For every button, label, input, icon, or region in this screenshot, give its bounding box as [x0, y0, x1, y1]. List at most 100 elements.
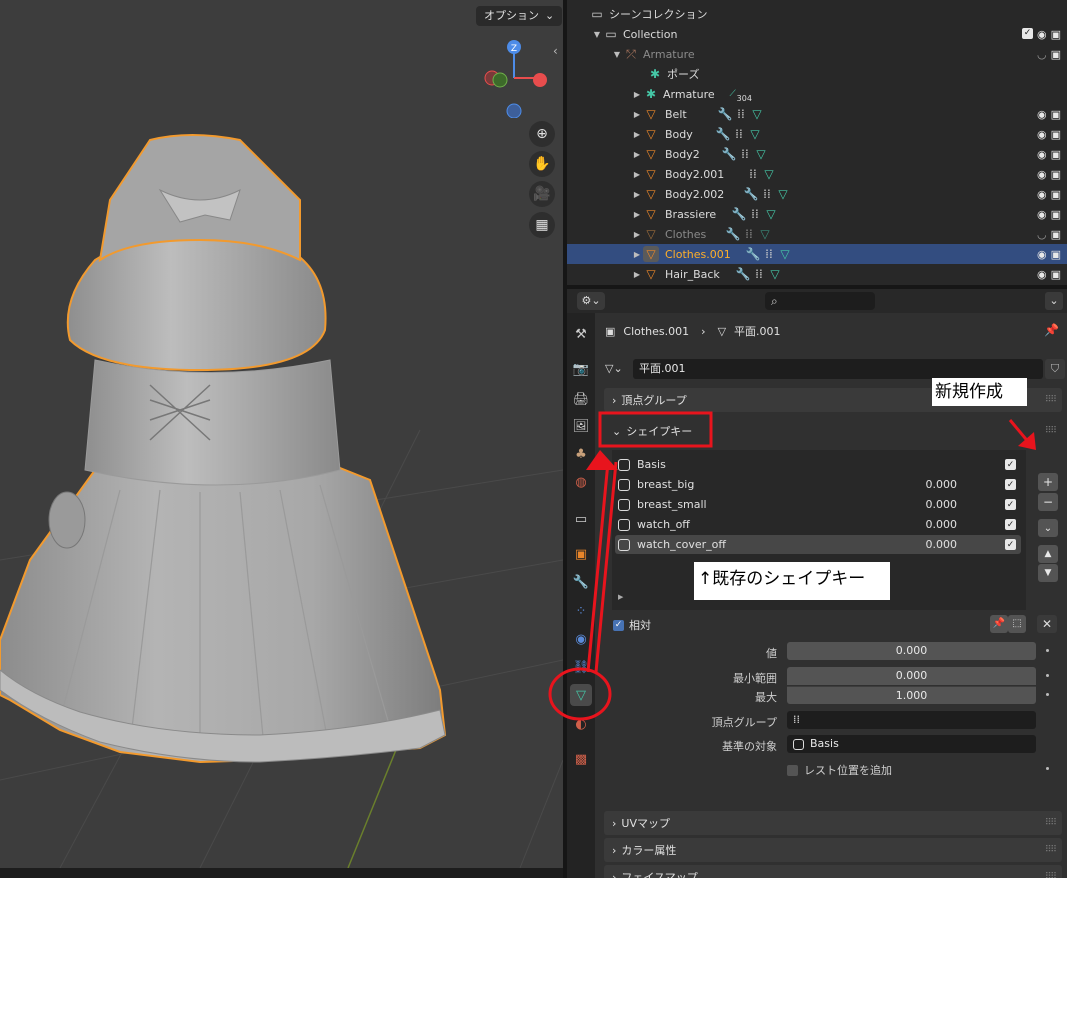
move-up-button[interactable]: ▲ — [1038, 545, 1058, 563]
outliner-row-body2[interactable]: ▶ ▽ Body2 🔧 ⁞⁞ ▽ ◉ ▣ — [567, 144, 1067, 164]
panel-shape-keys[interactable]: ⌄ シェイプキー ⠿⠿ — [604, 416, 1062, 446]
shape-key-value[interactable]: 0.000 — [926, 518, 958, 531]
relative-toggle[interactable]: ✓ 相対 — [613, 617, 651, 633]
list-item[interactable]: watch_off 0.000 ✓ — [615, 515, 1021, 534]
drag-handle-icon[interactable]: ⠿⠿ — [1045, 395, 1057, 405]
keyframe-dot-icon[interactable] — [1046, 767, 1049, 770]
outliner-row-brassiere[interactable]: ▶ ▽ Brassiere 🔧 ⁞⁞ ▽ ◉ ▣ — [567, 204, 1067, 224]
camera-icon[interactable]: 🎥 — [529, 181, 555, 207]
camera-render-icon[interactable]: ▣ — [1051, 108, 1061, 121]
max-field[interactable]: 1.000 — [787, 686, 1036, 704]
list-item[interactable]: watch_cover_off 0.000 ✓ — [615, 535, 1021, 554]
mute-checkbox[interactable]: ✓ — [1005, 519, 1016, 530]
material-tab-icon[interactable]: ◐ — [570, 713, 592, 735]
mesh-data-tab-icon[interactable]: ▽ — [570, 684, 592, 706]
list-item[interactable]: breast_small 0.000 ✓ — [615, 495, 1021, 514]
camera-render-icon[interactable]: ▣ — [1051, 128, 1061, 141]
move-down-button[interactable]: ▼ — [1038, 564, 1058, 582]
fake-user-icon[interactable]: ⛉ — [1045, 359, 1065, 379]
camera-render-icon[interactable]: ▣ — [1051, 208, 1061, 221]
mute-checkbox[interactable]: ✓ — [1005, 499, 1016, 510]
grid-icon[interactable]: ▦ — [529, 212, 555, 238]
eye-icon[interactable]: ◉ — [1037, 28, 1047, 41]
expand-triangle-icon[interactable]: ▶ — [631, 270, 643, 279]
particles-tab-icon[interactable]: ⁘ — [570, 600, 592, 622]
relative-checkbox[interactable]: ✓ — [613, 619, 624, 631]
options-dropdown[interactable]: オプション ⌄ — [476, 6, 563, 26]
edit-mode-icon[interactable]: ⬚ — [1008, 615, 1026, 633]
clear-weights-button[interactable]: ✕ — [1037, 615, 1057, 633]
vertex-group-field[interactable]: ⁞⁞ — [787, 711, 1036, 729]
camera-render-icon[interactable]: ▣ — [1051, 148, 1061, 161]
eye-icon[interactable]: ◉ — [1037, 248, 1047, 261]
relative-to-field[interactable]: Basis — [787, 735, 1036, 753]
camera-render-icon[interactable]: ▣ — [1051, 248, 1061, 261]
physics-tab-icon[interactable]: ◉ — [570, 628, 592, 650]
modifier-tab-icon[interactable]: 🔧 — [570, 571, 592, 593]
collapse-toggle-icon[interactable]: ‹ — [553, 44, 558, 58]
keyframe-dot-icon[interactable] — [1046, 649, 1049, 652]
render-tab-icon[interactable]: 📷 — [570, 358, 592, 380]
exclude-checkbox[interactable]: ✓ — [1021, 27, 1033, 39]
eye-closed-icon[interactable]: ◡ — [1037, 48, 1047, 61]
panel-face-maps[interactable]: › フェイスマップ ⠿⠿ — [604, 865, 1062, 878]
world-tab-icon[interactable]: ◍ — [570, 471, 592, 493]
outliner-row-body2-002[interactable]: ▶ ▽ Body2.002 🔧 ⁞⁞ ▽ ◉ ▣ — [567, 184, 1067, 204]
min-range-field[interactable]: 0.000 — [787, 667, 1036, 685]
eye-icon[interactable]: ◉ — [1037, 108, 1047, 121]
outliner[interactable]: ▭ シーンコレクション ▼ ▭ Collection ✓ ◉ ▣ ▼ ⤱ Armat… — [567, 0, 1067, 285]
hand-icon[interactable]: ✋ — [529, 151, 555, 177]
camera-render-icon[interactable]: ▣ — [1051, 268, 1061, 281]
outliner-row-belt[interactable]: ▶ ▽ Belt 🔧 ⁞⁞ ▽ ◉ ▣ — [567, 104, 1067, 124]
eye-closed-icon[interactable]: ◡ — [1037, 228, 1047, 241]
eye-icon[interactable]: ◉ — [1037, 168, 1047, 181]
scene-collection-row[interactable]: ▭ シーンコレクション — [567, 4, 1067, 24]
shape-key-value[interactable]: 0.000 — [926, 538, 958, 551]
list-item[interactable]: Basis ✓ — [615, 455, 1021, 474]
outliner-row-body2-001[interactable]: ▶ ▽ Body2.001 ⁞⁞ ▽ ◉ ▣ — [567, 164, 1067, 184]
tool-tab-icon[interactable]: ⚒ — [570, 323, 592, 345]
list-item[interactable]: breast_big 0.000 ✓ — [615, 475, 1021, 494]
pin-shape-icon[interactable]: 📌 — [990, 615, 1008, 633]
outliner-row-armature-parent[interactable]: ▼ ⤱ Armature ◡ ▣ — [567, 44, 1067, 64]
expand-triangle-icon[interactable]: ▶ — [631, 170, 643, 179]
expand-triangle-icon[interactable]: ▶ — [631, 250, 643, 259]
mute-checkbox[interactable]: ✓ — [1005, 539, 1016, 550]
eye-icon[interactable]: ◉ — [1037, 268, 1047, 281]
value-field[interactable]: 0.000 — [787, 642, 1036, 660]
scene-tab-icon[interactable]: ♣ — [570, 443, 592, 465]
expand-triangle-icon[interactable]: ▶ — [631, 130, 643, 139]
camera-render-icon[interactable]: ▣ — [1051, 228, 1061, 241]
object-tab-icon[interactable]: ▣ — [570, 543, 592, 565]
pin-icon[interactable]: 📌 — [1044, 323, 1059, 337]
expand-triangle-icon[interactable]: ▼ — [611, 50, 623, 59]
search-input[interactable]: ⌕ — [765, 292, 875, 310]
zoom-icon[interactable]: ⊕ — [529, 121, 555, 147]
shape-key-value[interactable]: 0.000 — [926, 498, 958, 511]
camera-render-icon[interactable]: ▣ — [1051, 168, 1061, 181]
mute-checkbox[interactable]: ✓ — [1005, 479, 1016, 490]
outliner-row-hair-back[interactable]: ▶ ▽ Hair_Back 🔧 ⁞⁞ ▽ ◉ ▣ — [567, 264, 1067, 284]
list-filter-toggle-icon[interactable]: ▶ — [618, 593, 623, 601]
panel-uv-maps[interactable]: › UVマップ ⠿⠿ — [604, 811, 1062, 835]
navigation-gizmo[interactable]: Z — [480, 38, 550, 118]
constraints-tab-icon[interactable]: ⛓ — [570, 656, 592, 678]
drag-handle-icon[interactable]: ⠿⠿ — [1045, 426, 1057, 436]
mute-checkbox[interactable]: ✓ — [1005, 459, 1016, 470]
keyframe-dot-icon[interactable] — [1046, 693, 1049, 696]
outliner-row-body[interactable]: ▶ ▽ Body 🔧 ⁞⁞ ▽ ◉ ▣ — [567, 124, 1067, 144]
outliner-row-collection[interactable]: ▼ ▭ Collection ✓ ◉ ▣ — [567, 24, 1067, 44]
shape-key-specials-button[interactable]: ⌄ — [1038, 519, 1058, 537]
eye-icon[interactable]: ◉ — [1037, 128, 1047, 141]
camera-render-icon[interactable]: ▣ — [1051, 188, 1061, 201]
expand-triangle-icon[interactable]: ▶ — [631, 150, 643, 159]
drag-handle-icon[interactable]: ⠿⠿ — [1045, 818, 1057, 828]
mesh-name-field[interactable]: 平面.001 — [633, 359, 1043, 379]
camera-render-icon[interactable]: ▣ — [1051, 48, 1061, 61]
keyframe-dot-icon[interactable] — [1046, 674, 1049, 677]
remove-shape-key-button[interactable]: − — [1038, 493, 1058, 511]
camera-render-icon[interactable]: ▣ — [1051, 28, 1061, 41]
outliner-row-pose[interactable]: ✱ ポーズ — [567, 64, 1067, 84]
outliner-row-armature[interactable]: ▶ ✱ Armature ⟋ 304 — [567, 84, 1067, 104]
panel-color-attributes[interactable]: › カラー属性 ⠿⠿ — [604, 838, 1062, 862]
